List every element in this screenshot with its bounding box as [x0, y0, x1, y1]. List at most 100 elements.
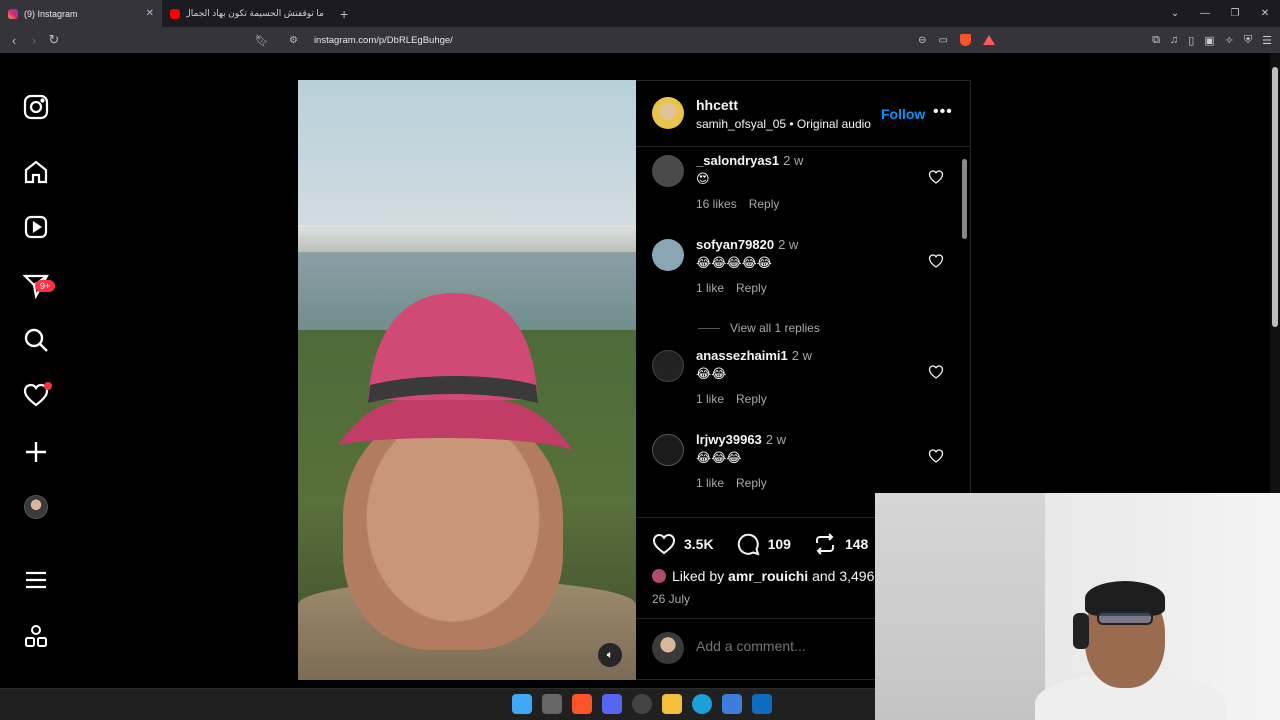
- reply-button[interactable]: Reply: [749, 197, 780, 211]
- profile-avatar[interactable]: [24, 495, 48, 519]
- like-comment-icon[interactable]: [928, 253, 944, 269]
- comment-avatar[interactable]: [652, 350, 684, 382]
- like-count[interactable]: 3.5K: [684, 536, 714, 552]
- comment-icon[interactable]: [736, 532, 760, 556]
- tab-title: (9) Instagram: [24, 8, 78, 19]
- comment-text: 😂😂😂😂😂: [696, 255, 772, 270]
- repost-icon[interactable]: [813, 532, 837, 556]
- like-icon[interactable]: [652, 532, 676, 556]
- comment-count[interactable]: 109: [768, 536, 791, 552]
- obs-icon[interactable]: [632, 694, 652, 714]
- store-icon[interactable]: [722, 694, 742, 714]
- like-comment-icon[interactable]: [928, 169, 944, 185]
- more-options-button[interactable]: •••: [933, 103, 953, 121]
- more-apps-icon[interactable]: [22, 623, 50, 651]
- sidebar-toggle-icon[interactable]: ▯: [1188, 34, 1194, 47]
- author-avatar[interactable]: [652, 97, 684, 129]
- extensions-toolbar: ⧉ ♫ ▯ ▣ ✧ ⛨ ☰: [1152, 27, 1272, 53]
- view-replies-button[interactable]: View all 1 replies: [698, 321, 820, 335]
- tab-list-icon[interactable]: ⌄: [1160, 8, 1190, 19]
- activity-dot: [44, 382, 52, 390]
- brave-shields-icon[interactable]: [960, 34, 971, 46]
- comment-author[interactable]: _salondryas1 2 w: [696, 153, 803, 168]
- outlook-icon[interactable]: [752, 694, 772, 714]
- liker-avatar[interactable]: [652, 569, 666, 583]
- close-window-button[interactable]: ✕: [1250, 8, 1280, 19]
- close-tab-icon[interactable]: ✕: [146, 8, 154, 19]
- audio-line[interactable]: samih_ofsyal_05 • Original audio: [696, 117, 871, 131]
- windows-start-icon[interactable]: [512, 694, 532, 714]
- comment-item: lrjwy39963 2 w 😂😂😂 1 like Reply: [652, 426, 952, 496]
- comment-avatar[interactable]: [652, 239, 684, 271]
- comment-meta: 1 like Reply: [696, 476, 767, 490]
- comment-avatar[interactable]: [652, 155, 684, 187]
- edge-icon[interactable]: [692, 694, 712, 714]
- comments-scrollbar[interactable]: [962, 149, 967, 509]
- reply-button[interactable]: Reply: [736, 392, 767, 406]
- window-controls: ⌄ — ❐ ✕: [1160, 0, 1280, 27]
- vpn-icon[interactable]: ⛨: [1244, 34, 1252, 47]
- minimize-button[interactable]: —: [1190, 8, 1220, 19]
- comment-text: 😍: [696, 171, 710, 186]
- comment-author[interactable]: anassezhaimi1 2 w: [696, 348, 812, 363]
- file-explorer-icon[interactable]: [662, 694, 682, 714]
- bookmark-icon[interactable]: 🔖︎: [255, 34, 269, 47]
- reply-button[interactable]: Reply: [736, 281, 767, 295]
- repost-count[interactable]: 148: [845, 536, 868, 552]
- like-comment-icon[interactable]: [928, 364, 944, 380]
- hamburger-menu-icon[interactable]: [22, 566, 50, 594]
- author-username[interactable]: hhcett: [696, 97, 738, 113]
- comment-author[interactable]: sofyan79820 2 w: [696, 237, 798, 252]
- task-view-icon[interactable]: [542, 694, 562, 714]
- search-icon[interactable]: [22, 326, 50, 354]
- like-count[interactable]: 1 like: [696, 476, 724, 490]
- url-field[interactable]: 🔖︎ ⚙ instagram.com/p/DbRLEgBuhge/ ⊖ ▭: [255, 27, 995, 53]
- brave-rewards-icon[interactable]: [983, 35, 995, 45]
- comments-list: _salondryas1 2 w 😍 16 likes Reply sofyan79…: [636, 147, 971, 517]
- leo-ai-icon[interactable]: ✧: [1225, 34, 1234, 47]
- forward-icon[interactable]: ›: [24, 33, 44, 48]
- webcam-headset: [1073, 613, 1089, 649]
- comment-item: anassezhaimi1 2 w 😂😂 1 like Reply: [652, 342, 952, 412]
- like-comment-icon[interactable]: [928, 448, 944, 464]
- liker-username[interactable]: amr_rouichi: [728, 568, 808, 584]
- media-icon[interactable]: ♫: [1170, 34, 1178, 46]
- left-navigation: 9+: [0, 53, 72, 688]
- discord-icon[interactable]: [602, 694, 622, 714]
- like-count[interactable]: 16 likes: [696, 197, 737, 211]
- like-count[interactable]: 1 like: [696, 392, 724, 406]
- comment-avatar[interactable]: [652, 434, 684, 466]
- comment-author[interactable]: lrjwy39963 2 w: [696, 432, 786, 447]
- tab-youtube[interactable]: ما توقفتش الحسيمة تكون بهاد الجمال |: [162, 0, 332, 27]
- menu-icon[interactable]: ☰: [1262, 34, 1272, 47]
- wallet-icon[interactable]: ▣: [1204, 34, 1214, 47]
- view-replies-label[interactable]: View all 1 replies: [730, 321, 820, 335]
- back-icon[interactable]: ‹: [4, 33, 24, 48]
- brave-browser-icon[interactable]: [572, 694, 592, 714]
- reels-icon[interactable]: [22, 213, 50, 241]
- tab-title: ما توقفتش الحسيمة تكون بهاد الجمال |: [186, 8, 324, 18]
- instagram-logo-icon[interactable]: [22, 93, 50, 121]
- webcam-glasses: [1097, 611, 1153, 625]
- screenshot-icon[interactable]: ▭: [939, 35, 948, 46]
- url-text[interactable]: instagram.com/p/DbRLEgBuhge/: [314, 35, 453, 46]
- reload-icon[interactable]: ↻: [44, 32, 64, 48]
- follow-button[interactable]: Follow: [881, 106, 925, 122]
- post-date: 26 July: [652, 592, 691, 606]
- liked-by-suffix[interactable]: and 3,496: [812, 568, 874, 584]
- post-video[interactable]: 🔈︎: [298, 80, 636, 680]
- reply-button[interactable]: Reply: [736, 476, 767, 490]
- zoom-icon[interactable]: ⊖: [918, 35, 926, 46]
- liked-by-prefix: Liked by: [672, 568, 725, 584]
- extensions-icon[interactable]: ⧉: [1152, 34, 1160, 47]
- page-scrollbar-thumb[interactable]: [1272, 67, 1278, 327]
- mute-toggle-icon[interactable]: 🔈︎: [598, 643, 622, 667]
- new-tab-button[interactable]: +: [340, 6, 348, 22]
- tab-instagram[interactable]: (9) Instagram ✕: [0, 0, 162, 27]
- home-icon[interactable]: [22, 158, 50, 186]
- create-icon[interactable]: [22, 438, 50, 466]
- site-info-icon[interactable]: ⚙: [289, 35, 298, 46]
- webcam-overlay: [875, 493, 1280, 720]
- like-count[interactable]: 1 like: [696, 281, 724, 295]
- maximize-button[interactable]: ❐: [1220, 8, 1250, 19]
